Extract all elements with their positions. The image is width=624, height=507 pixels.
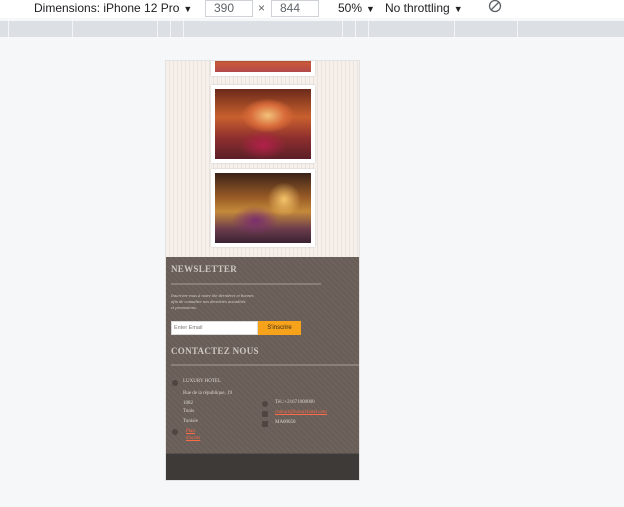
throttling-selector[interactable]: No throttling ▼ (385, 0, 463, 16)
chevron-down-icon: ▼ (183, 4, 193, 14)
country: Tunisie (183, 419, 198, 424)
fax-number: MA00050 (275, 420, 296, 425)
site-footer: NEWSLETTER Inscrivez-vous à notre the de… (166, 257, 359, 453)
gallery-photo-frame[interactable] (211, 85, 315, 163)
contact-title: CONTACTEZ NOUS (171, 346, 259, 356)
divider (171, 283, 321, 285)
zoom-selector[interactable]: 50% ▼ (338, 0, 375, 16)
fax-icon (262, 421, 268, 427)
device-viewport: NEWSLETTER Inscrivez-vous à notre the de… (165, 60, 360, 481)
newsletter-title: NEWSLETTER (171, 264, 238, 274)
hotel-name: LUXURY HOTEL (183, 379, 222, 384)
mail-icon (262, 411, 268, 417)
photo-gallery (166, 61, 359, 257)
city: Tunis (183, 409, 195, 414)
media-query-ruler[interactable] (0, 21, 624, 37)
device-toolbar: Dimensions: iPhone 12 Pro ▼ 390 × 844 50%… (0, 0, 624, 18)
zoom-label: 50% (338, 1, 363, 15)
newsletter-text-line: et promotions. (171, 305, 197, 310)
phone-number: Tél.:+21671000000 (275, 400, 315, 405)
width-input[interactable]: 390 (205, 0, 253, 17)
hotel-photo (215, 89, 311, 159)
hotel-photo (215, 173, 311, 243)
map-link[interactable]: Plan (186, 429, 195, 434)
hotel-photo (215, 61, 311, 72)
street-address: Rue de la république, 19 (183, 391, 233, 396)
footer-bottom-bar (166, 453, 359, 480)
device-selector-label: Dimensions: iPhone 12 Pro (34, 1, 180, 15)
times-separator: × (258, 1, 266, 15)
phone-icon (262, 401, 268, 407)
chevron-down-icon: ▼ (453, 4, 463, 14)
map-link-line2[interactable]: d'accès (186, 436, 200, 441)
email-field[interactable]: Enter Email (171, 321, 258, 335)
email-link[interactable]: contact@luxuryhotel.com (275, 410, 327, 415)
throttling-label: No throttling (385, 1, 450, 15)
height-input[interactable]: 844 (271, 0, 319, 17)
postal-code: 1082 (183, 401, 193, 406)
map-pin-icon (172, 429, 178, 435)
rotate-icon[interactable] (488, 0, 502, 15)
newsletter-description: Inscrivez-vous à notre the dernières et … (171, 293, 281, 311)
subscribe-button[interactable]: S'inscrire (258, 321, 301, 335)
gallery-photo-frame[interactable] (211, 169, 315, 247)
gallery-photo-frame[interactable] (211, 61, 315, 76)
home-icon (172, 380, 178, 386)
chevron-down-icon: ▼ (366, 4, 375, 14)
divider (171, 364, 359, 366)
device-selector[interactable]: Dimensions: iPhone 12 Pro ▼ (34, 0, 192, 16)
